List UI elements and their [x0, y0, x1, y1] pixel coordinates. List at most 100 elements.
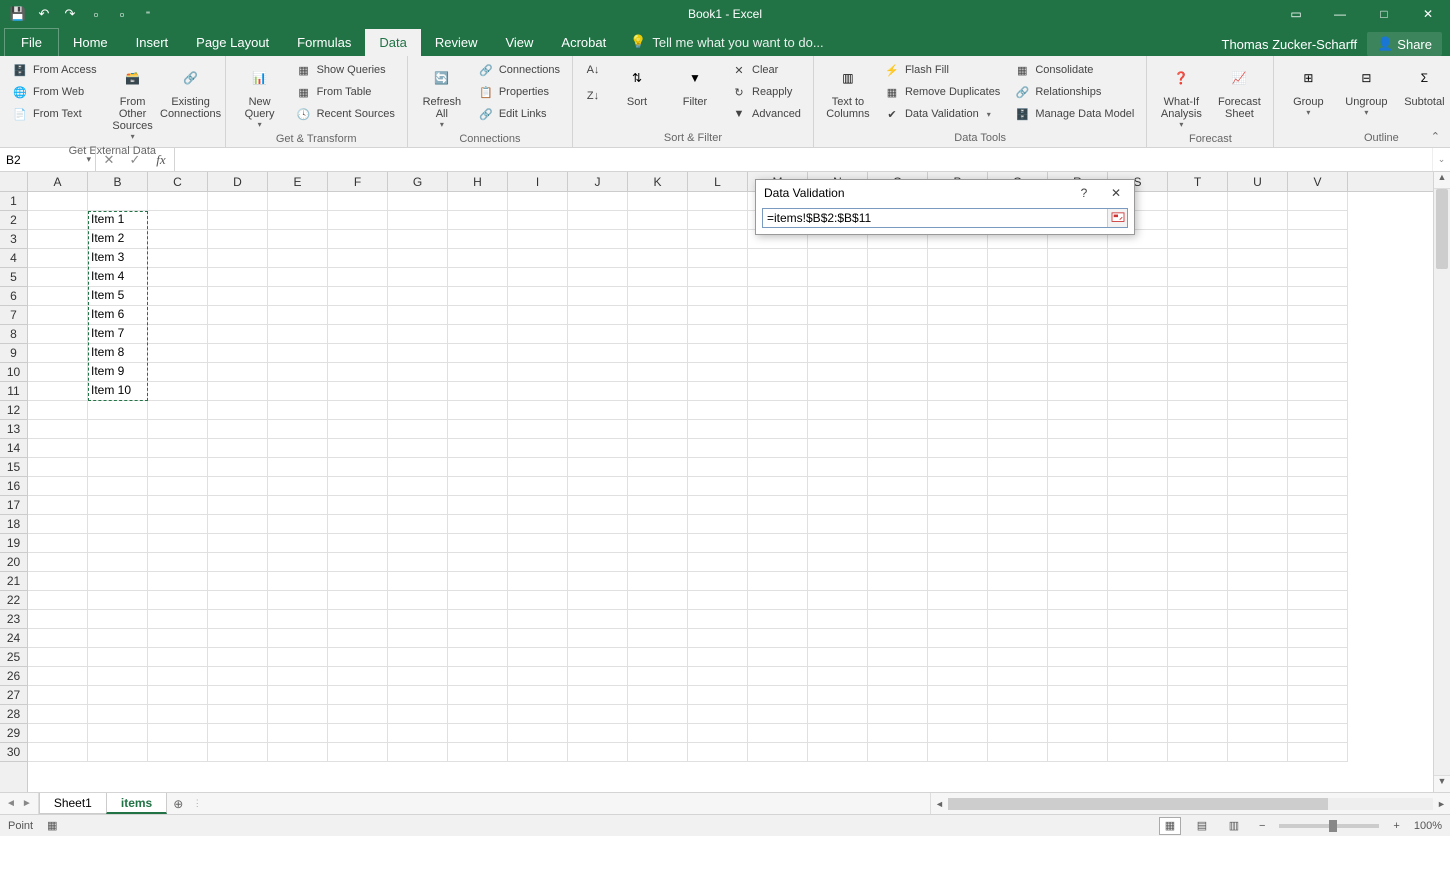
cell[interactable] [988, 667, 1048, 686]
cell[interactable] [748, 591, 808, 610]
cell[interactable] [928, 686, 988, 705]
cell[interactable] [1108, 268, 1168, 287]
cell[interactable] [328, 439, 388, 458]
cell[interactable] [748, 439, 808, 458]
cell[interactable] [688, 686, 748, 705]
cell[interactable] [1228, 458, 1288, 477]
cell[interactable] [1168, 477, 1228, 496]
cell[interactable] [1108, 705, 1168, 724]
cell[interactable] [1228, 629, 1288, 648]
cell[interactable] [928, 591, 988, 610]
cell[interactable] [688, 648, 748, 667]
cell[interactable] [628, 553, 688, 572]
cell[interactable] [688, 705, 748, 724]
cell[interactable] [448, 534, 508, 553]
cell[interactable] [208, 515, 268, 534]
cell[interactable] [328, 496, 388, 515]
cell[interactable] [988, 401, 1048, 420]
cell[interactable] [88, 572, 148, 591]
refresh-all-button[interactable]: 🔄Refresh All▾ [416, 60, 468, 131]
cell[interactable] [868, 420, 928, 439]
cell[interactable] [448, 477, 508, 496]
cell[interactable] [448, 401, 508, 420]
row-header[interactable]: 17 [0, 496, 27, 515]
clear-button[interactable]: ✕Clear [727, 60, 805, 80]
cell[interactable] [1288, 477, 1348, 496]
cell[interactable] [28, 268, 88, 287]
cell[interactable] [388, 629, 448, 648]
cell[interactable] [88, 686, 148, 705]
cell[interactable] [688, 192, 748, 211]
cell[interactable] [988, 382, 1048, 401]
cell[interactable] [1228, 515, 1288, 534]
cell[interactable] [688, 249, 748, 268]
cell[interactable] [328, 211, 388, 230]
cell[interactable] [808, 268, 868, 287]
cell[interactable] [988, 268, 1048, 287]
cell[interactable] [28, 192, 88, 211]
cell[interactable] [628, 306, 688, 325]
cell[interactable] [268, 705, 328, 724]
cell[interactable] [628, 667, 688, 686]
cell[interactable] [1228, 439, 1288, 458]
cell[interactable] [268, 667, 328, 686]
cell[interactable] [328, 344, 388, 363]
cell[interactable] [268, 648, 328, 667]
cell[interactable] [1228, 648, 1288, 667]
cell[interactable] [208, 287, 268, 306]
cell[interactable] [148, 515, 208, 534]
cell[interactable] [1288, 705, 1348, 724]
cell[interactable] [448, 610, 508, 629]
cell[interactable] [508, 572, 568, 591]
cell[interactable] [1288, 572, 1348, 591]
cell[interactable] [928, 629, 988, 648]
cell[interactable] [208, 629, 268, 648]
cell[interactable] [628, 686, 688, 705]
cell[interactable] [1228, 534, 1288, 553]
cell[interactable] [808, 724, 868, 743]
cell[interactable] [148, 363, 208, 382]
cell[interactable] [508, 287, 568, 306]
cell[interactable] [88, 515, 148, 534]
cell[interactable] [268, 534, 328, 553]
cell[interactable] [1168, 458, 1228, 477]
filter-button[interactable]: ▼Filter [669, 60, 721, 110]
cell[interactable] [1228, 287, 1288, 306]
row-header[interactable]: 18 [0, 515, 27, 534]
subtotal-button[interactable]: ΣSubtotal [1398, 60, 1450, 110]
cell[interactable] [388, 211, 448, 230]
cell[interactable] [88, 629, 148, 648]
cell[interactable] [688, 363, 748, 382]
cell[interactable] [508, 458, 568, 477]
cell[interactable] [1228, 496, 1288, 515]
cell[interactable] [328, 591, 388, 610]
cell[interactable] [868, 724, 928, 743]
row-header[interactable]: 23 [0, 610, 27, 629]
cell[interactable] [88, 458, 148, 477]
cell[interactable] [328, 648, 388, 667]
cell[interactable] [808, 553, 868, 572]
cell[interactable] [1228, 420, 1288, 439]
flash-fill-button[interactable]: ⚡Flash Fill [880, 60, 1004, 80]
cell[interactable] [868, 667, 928, 686]
cell[interactable] [28, 648, 88, 667]
cell[interactable] [448, 591, 508, 610]
cell[interactable] [568, 477, 628, 496]
dialog-titlebar[interactable]: Data Validation ? ✕ [756, 180, 1134, 206]
cell[interactable] [748, 458, 808, 477]
cell[interactable] [1108, 306, 1168, 325]
cell[interactable] [928, 344, 988, 363]
cell[interactable] [328, 306, 388, 325]
cell[interactable] [808, 591, 868, 610]
cell[interactable] [1168, 268, 1228, 287]
cell[interactable] [928, 610, 988, 629]
recent-sources-button[interactable]: 🕓Recent Sources [292, 104, 399, 124]
cell[interactable] [268, 325, 328, 344]
cell[interactable] [148, 724, 208, 743]
cell[interactable] [1228, 363, 1288, 382]
cell[interactable] [1048, 648, 1108, 667]
row-header[interactable]: 10 [0, 363, 27, 382]
minimize-icon[interactable]: — [1318, 0, 1362, 28]
cell[interactable] [268, 230, 328, 249]
sheet-last-icon[interactable]: ► [22, 798, 32, 809]
